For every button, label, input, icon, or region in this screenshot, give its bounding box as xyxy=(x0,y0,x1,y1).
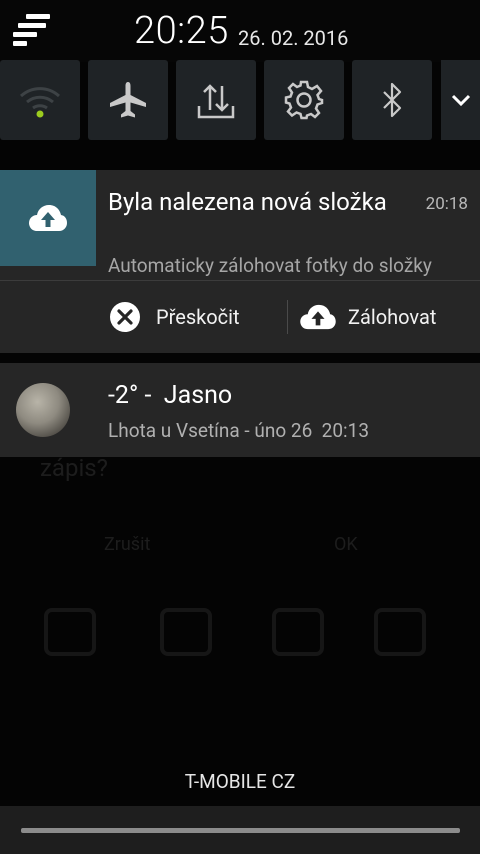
airplane-toggle[interactable] xyxy=(88,60,168,140)
weather-notification[interactable]: -2° - Jasno Lhota u Vsetína - úno 26 20:… xyxy=(0,363,480,457)
status-header: 20:25 26. 02. 2016 xyxy=(0,0,480,62)
airplane-icon xyxy=(110,82,146,118)
cloud-upload-icon xyxy=(29,205,67,231)
backup-button[interactable]: Zálohovat xyxy=(299,292,436,342)
bg-app-icon xyxy=(160,608,212,656)
bg-app-icon xyxy=(44,608,96,656)
bluetooth-toggle[interactable] xyxy=(352,60,432,140)
backup-notification[interactable]: Byla nalezena nová složka 20:18 Automati… xyxy=(0,170,480,353)
wifi-toggle[interactable] xyxy=(0,60,80,140)
bg-ok-button: OK xyxy=(334,534,358,555)
gear-icon xyxy=(284,80,324,120)
chevron-down-icon xyxy=(451,94,470,107)
bg-dialog-text: zápis? xyxy=(40,454,109,482)
action-separator xyxy=(287,300,288,334)
moon-icon xyxy=(16,383,70,437)
clock-date: 26. 02. 2016 xyxy=(238,26,349,50)
bg-app-icon xyxy=(272,608,324,656)
carrier-label: T-MOBILE CZ xyxy=(184,770,296,793)
drag-handle[interactable] xyxy=(21,828,460,833)
weather-title: -2° - Jasno xyxy=(108,381,233,410)
divider xyxy=(0,280,480,281)
cloud-upload-icon xyxy=(300,304,336,330)
shade-handle-bar[interactable] xyxy=(0,806,480,854)
bg-cancel-button: Zrušit xyxy=(104,534,151,555)
notification-title: Byla nalezena nová složka xyxy=(108,188,387,216)
bg-app-icon xyxy=(374,608,426,656)
notification-text: Automaticky zálohovat fotky do složky xyxy=(108,254,432,277)
quick-settings xyxy=(0,60,480,140)
backup-notification-icon-box xyxy=(0,170,96,266)
wifi-icon xyxy=(19,87,61,118)
close-circle-icon xyxy=(110,302,140,332)
weather-subtitle: Lhota u Vsetína - úno 26 20:13 xyxy=(108,419,369,442)
menu-icon[interactable] xyxy=(12,14,52,46)
skip-button[interactable]: Přeskočit xyxy=(108,292,240,342)
clock-time: 20:25 xyxy=(134,9,229,53)
data-transfer-toggle[interactable] xyxy=(176,60,256,140)
settings-toggle[interactable] xyxy=(264,60,344,140)
expand-quick-settings-button[interactable] xyxy=(441,60,480,140)
bluetooth-icon xyxy=(383,82,402,118)
notification-time: 20:18 xyxy=(425,194,468,214)
backup-button-label: Zálohovat xyxy=(348,305,437,329)
data-transfer-icon xyxy=(197,84,235,119)
skip-button-label: Přeskočit xyxy=(156,305,240,329)
